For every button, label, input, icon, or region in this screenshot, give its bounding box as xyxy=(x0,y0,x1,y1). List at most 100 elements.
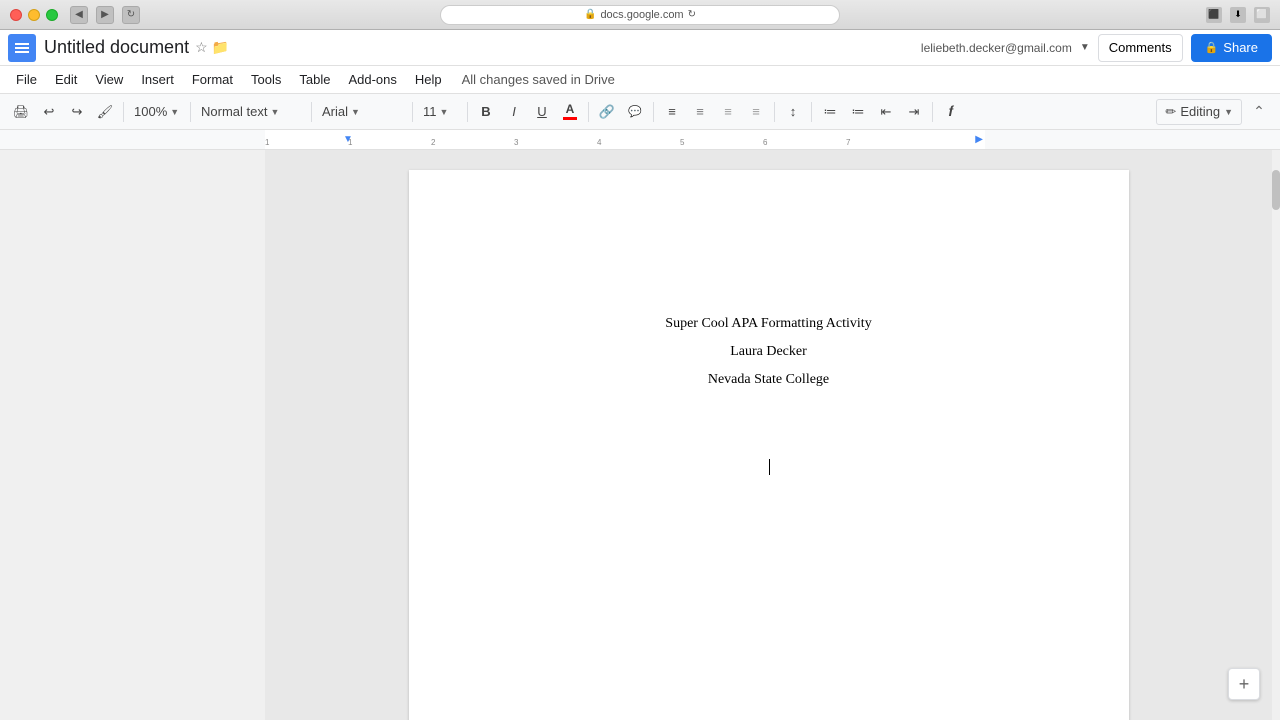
sep-3 xyxy=(311,102,312,122)
logo-lines xyxy=(15,43,29,53)
decrease-indent-button[interactable]: ⇤ xyxy=(873,99,899,125)
editing-label: Editing xyxy=(1180,104,1220,119)
doc-title[interactable]: Untitled document xyxy=(44,37,189,58)
user-email[interactable]: leliebeth.decker@gmail.com xyxy=(921,41,1072,55)
ruler-mark-3: 3 xyxy=(514,138,518,147)
align-justify-button[interactable]: ≡ xyxy=(743,99,769,125)
logo-line-2 xyxy=(15,47,29,49)
pencil-icon: ✏ xyxy=(1165,104,1176,120)
font-select[interactable]: Arial ▼ xyxy=(317,99,407,125)
ruler-mark-0: 1 xyxy=(265,138,269,147)
collapse-toolbar-button[interactable]: ⌃ xyxy=(1246,99,1272,125)
undo-button[interactable]: ↩ xyxy=(36,99,62,125)
editing-badge[interactable]: ✏ Editing ▼ xyxy=(1156,99,1242,125)
menu-help[interactable]: Help xyxy=(407,69,450,90)
toolbar: 🖨 ↩ ↪ 🖌 100% ▼ Normal text ▼ Arial ▼ 11 … xyxy=(0,94,1280,130)
refresh-button[interactable]: ↻ xyxy=(122,6,140,24)
nav-controls: ◀ ▶ ↻ xyxy=(70,6,140,24)
sep-9 xyxy=(811,102,812,122)
titlebar: ◀ ▶ ↻ 🔒 docs.google.com ↻ ⬛ ⬇ ⬜ xyxy=(0,0,1280,30)
link-button[interactable]: 🔗 xyxy=(594,99,620,125)
line-spacing-button[interactable]: ↕ xyxy=(780,99,806,125)
ruler: 1 1 2 3 4 5 6 7 ▼ ▶ xyxy=(0,130,1280,150)
titlebar-right: ⬛ ⬇ ⬜ xyxy=(1206,7,1270,23)
extension-icon[interactable]: ⬛ xyxy=(1206,7,1222,23)
logo-line-3 xyxy=(15,51,29,53)
cursor-line xyxy=(768,454,770,482)
menu-edit[interactable]: Edit xyxy=(47,69,85,90)
increase-indent-button[interactable]: ⇥ xyxy=(901,99,927,125)
text-cursor xyxy=(769,459,770,475)
page[interactable]: Super Cool APA Formatting Activity Laura… xyxy=(409,170,1129,720)
secure-icon: 🔒 xyxy=(584,9,596,20)
address-bar[interactable]: 🔒 docs.google.com ↻ xyxy=(440,5,840,25)
logo-line-1 xyxy=(15,43,29,45)
redo-button[interactable]: ↪ xyxy=(64,99,90,125)
text-cursor-container xyxy=(768,454,770,482)
style-select[interactable]: Normal text ▼ xyxy=(196,99,306,125)
appbar: Untitled document ☆ 📁 leliebeth.decker@g… xyxy=(0,30,1280,66)
account-chevron[interactable]: ▼ xyxy=(1080,42,1090,53)
download-icon[interactable]: ⬇ xyxy=(1230,7,1246,23)
align-center-button[interactable]: ≡ xyxy=(687,99,713,125)
sep-5 xyxy=(467,102,468,122)
menu-tools[interactable]: Tools xyxy=(243,69,289,90)
style-chevron: ▼ xyxy=(270,107,279,117)
star-icon[interactable]: ☆ xyxy=(195,39,208,56)
ruler-mark-5: 5 xyxy=(680,138,684,147)
print-button[interactable]: 🖨 xyxy=(8,99,34,125)
minimize-button[interactable] xyxy=(28,9,40,21)
menu-addons[interactable]: Add-ons xyxy=(340,69,404,90)
menu-view[interactable]: View xyxy=(87,69,131,90)
comment-button[interactable]: 💬 xyxy=(622,99,648,125)
ruler-mark-4: 4 xyxy=(597,138,601,147)
back-button[interactable]: ◀ xyxy=(70,6,88,24)
tab-stop-marker: ▼ xyxy=(343,134,353,145)
sep-10 xyxy=(932,102,933,122)
underline-button[interactable]: U xyxy=(529,99,555,125)
bold-button[interactable]: B xyxy=(473,99,499,125)
clear-format-button[interactable]: 𝒇 xyxy=(938,99,964,125)
maximize-button[interactable] xyxy=(46,9,58,21)
ruler-mark-7: 7 xyxy=(846,138,850,147)
italic-button[interactable]: I xyxy=(501,99,527,125)
size-select[interactable]: 11 ▼ xyxy=(418,99,462,125)
menubar: File Edit View Insert Format Tools Table… xyxy=(0,66,1280,94)
doc-line-3-text: Nevada State College xyxy=(708,372,829,387)
zoom-value: 100% xyxy=(134,104,167,119)
menu-format[interactable]: Format xyxy=(184,69,241,90)
forward-button[interactable]: ▶ xyxy=(96,6,114,24)
zoom-select[interactable]: 100% ▼ xyxy=(129,99,185,125)
doc-area[interactable]: Super Cool APA Formatting Activity Laura… xyxy=(265,150,1272,720)
folder-icon[interactable]: 📁 xyxy=(212,39,229,56)
paint-format-button[interactable]: 🖌 xyxy=(92,99,118,125)
close-button[interactable] xyxy=(10,9,22,21)
doc-content: Super Cool APA Formatting Activity Laura… xyxy=(489,310,1049,482)
right-margin-marker: ▶ xyxy=(975,134,983,145)
align-right-button[interactable]: ≡ xyxy=(715,99,741,125)
sep-4 xyxy=(412,102,413,122)
zoom-chevron: ▼ xyxy=(170,107,179,117)
doc-line-3: Nevada State College xyxy=(708,366,829,394)
comments-button[interactable]: Comments xyxy=(1098,34,1183,62)
scrollbar-thumb[interactable] xyxy=(1272,170,1280,210)
bullet-list-button[interactable]: ≔ xyxy=(845,99,871,125)
align-left-button[interactable]: ≡ xyxy=(659,99,685,125)
font-chevron: ▼ xyxy=(351,107,360,117)
scrollbar-track[interactable] xyxy=(1272,150,1280,720)
share-button[interactable]: 🔒 Share xyxy=(1191,34,1272,62)
text-color-label: A xyxy=(566,103,575,115)
doc-line-1: Super Cool APA Formatting Activity xyxy=(665,310,871,338)
ordered-list-button[interactable]: ≔ xyxy=(817,99,843,125)
reload-icon: ↻ xyxy=(688,9,696,20)
add-button[interactable]: + xyxy=(1228,668,1260,700)
share-label: Share xyxy=(1223,40,1258,55)
ruler-marks: 1 1 2 3 4 5 6 7 ▼ ▶ xyxy=(265,130,985,149)
text-color-button[interactable]: A xyxy=(557,99,583,125)
fullscreen-icon[interactable]: ⬜ xyxy=(1254,7,1270,23)
menu-table[interactable]: Table xyxy=(291,69,338,90)
menu-file[interactable]: File xyxy=(8,69,45,90)
main-area: Super Cool APA Formatting Activity Laura… xyxy=(0,150,1280,720)
lock-icon: 🔒 xyxy=(1205,41,1219,54)
menu-insert[interactable]: Insert xyxy=(133,69,182,90)
